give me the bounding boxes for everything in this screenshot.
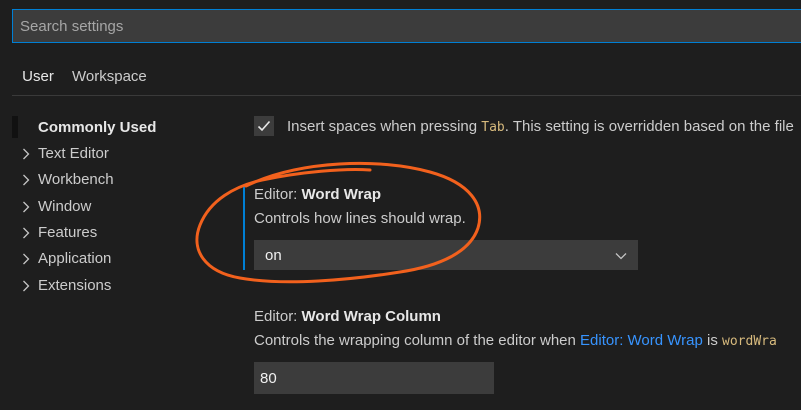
word-wrap-setting-link[interactable]: Editor: Word Wrap xyxy=(580,332,703,349)
toc-item-label: Commonly Used xyxy=(38,119,157,136)
toc-item-label: Extensions xyxy=(38,277,112,294)
tab-key-code: Tab xyxy=(481,120,505,135)
tabs-divider xyxy=(12,95,801,96)
chevron-right-icon xyxy=(21,246,31,272)
check-icon xyxy=(257,120,271,132)
word-wrap-column-description: Controls the wrapping column of the edit… xyxy=(254,330,777,352)
settings-editor: User Workspace Commonly Used Text Editor… xyxy=(0,0,801,410)
chevron-right-icon xyxy=(21,220,31,246)
search-input[interactable] xyxy=(13,10,801,42)
desc-text: . This setting is overridden based on th… xyxy=(504,118,794,135)
chevron-right-icon xyxy=(21,141,31,167)
insert-spaces-checkbox[interactable] xyxy=(254,116,274,136)
toc-active-marker xyxy=(12,116,18,138)
word-wrap-column-box[interactable] xyxy=(254,362,494,394)
tab-workspace[interactable]: Workspace xyxy=(72,60,147,96)
setting-name: Word Wrap xyxy=(301,186,381,203)
chevron-right-icon xyxy=(21,194,31,220)
setting-category: Editor: xyxy=(254,308,302,325)
tab-user[interactable]: User xyxy=(14,60,62,96)
setting-category: Editor: xyxy=(254,186,302,203)
word-wrap-title: Editor: Word Wrap xyxy=(254,184,381,206)
desc-text: Controls the wrapping column of the edit… xyxy=(254,332,581,349)
word-wrap-value-code: wordWra xyxy=(722,334,777,349)
select-value: on xyxy=(265,247,282,264)
word-wrap-column-input[interactable] xyxy=(255,363,493,393)
chevron-right-icon xyxy=(21,273,31,299)
search-box[interactable] xyxy=(12,9,801,43)
word-wrap-column-title: Editor: Word Wrap Column xyxy=(254,306,441,328)
desc-text: Insert spaces when pressing xyxy=(287,118,482,135)
chevron-down-icon xyxy=(615,253,627,260)
setting-name: Word Wrap Column xyxy=(301,308,441,325)
focused-setting-indicator xyxy=(243,186,245,270)
toc-item-label: Features xyxy=(38,224,98,241)
toc-item-label: Workbench xyxy=(38,171,114,188)
toc-item-label: Window xyxy=(38,198,92,215)
toc-item-label: Text Editor xyxy=(38,145,109,162)
word-wrap-select[interactable]: on xyxy=(254,240,638,270)
insert-spaces-description: Insert spaces when pressing Tab. This se… xyxy=(287,116,794,138)
chevron-right-icon xyxy=(21,167,31,193)
desc-text: is xyxy=(702,332,723,349)
toc-item-label: Application xyxy=(38,250,112,267)
word-wrap-description: Controls how lines should wrap. xyxy=(254,210,466,227)
